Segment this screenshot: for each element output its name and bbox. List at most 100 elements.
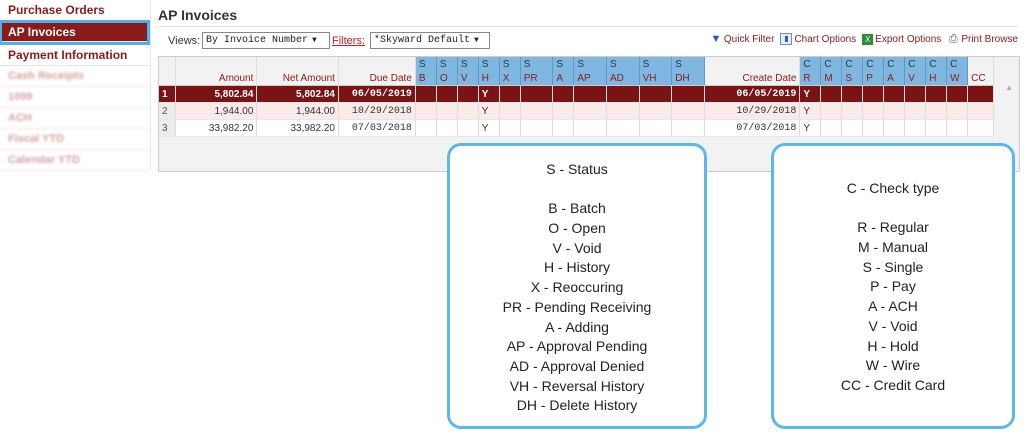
table-header-row: Amount Net Amount Due Date B O V H X PR … (159, 71, 994, 86)
print-browse-button[interactable]: ⎙ Print Browse (947, 33, 1018, 45)
column-header-check-m[interactable]: M (820, 71, 843, 86)
cell-check-w (946, 119, 969, 137)
check-legend-item: S - Single (862, 258, 924, 275)
views-select-value: By Invoice Number (206, 35, 309, 46)
cell-check-m (820, 85, 843, 103)
status-legend-item: AP - Approval Pending (506, 338, 648, 355)
check-legend-item: W - Wire (865, 357, 921, 374)
cell-check-s (841, 119, 864, 137)
column-header-check-p[interactable]: P (862, 71, 885, 86)
column-header-check-h[interactable]: H (925, 71, 948, 86)
column-header-status-ad[interactable]: AD (606, 71, 640, 86)
status-legend-item: V - Void (552, 239, 602, 256)
column-header-check-a[interactable]: A (883, 71, 906, 86)
cell-net-amount: 1,944.00 (256, 102, 339, 120)
cell-check-p (862, 119, 885, 137)
quick-filter-button[interactable]: ▼ Quick Filter (710, 33, 774, 45)
cell-status-h: Y (478, 102, 500, 120)
toolbar: Views: By Invoice Number ▼ Filters: *Skyw… (158, 32, 1018, 50)
cell-status-h: Y (478, 85, 500, 103)
check-legend-item: A - ACH (868, 298, 918, 315)
column-header-status-dh[interactable]: DH (671, 71, 705, 86)
check-type-legend: C - Check type R - Regular M - Manual S … (771, 143, 1015, 429)
check-group-header: C (841, 57, 864, 71)
sidebar-item-purchase-orders[interactable]: Purchase Orders (0, 0, 150, 21)
cell-status-a (552, 102, 575, 120)
column-header-status-b[interactable]: B (415, 71, 437, 86)
cell-status-pr (520, 85, 554, 103)
cell-check-r: Y (799, 102, 822, 120)
cell-status-dh (671, 85, 705, 103)
column-header-check-r[interactable]: R (799, 71, 822, 86)
cell-amount: 33,982.20 (175, 119, 258, 137)
sidebar-item-cash-receipts[interactable]: Cash Receipts (0, 66, 150, 87)
cell-check-m (820, 119, 843, 137)
column-header-amount[interactable]: Amount (175, 71, 258, 86)
sidebar-item-ap-invoices[interactable]: AP Invoices (2, 23, 147, 42)
cell-status-v (457, 119, 479, 137)
column-header-status-h[interactable]: H (478, 71, 500, 86)
column-header-status-vh[interactable]: VH (639, 71, 673, 86)
cell-status-v (457, 85, 479, 103)
sidebar-item-1099[interactable]: 1099 (0, 87, 150, 108)
chevron-down-icon: ▼ (474, 36, 479, 45)
column-header-check-w[interactable]: W (946, 71, 969, 86)
check-legend-item: H - Hold (867, 337, 919, 354)
export-options-button[interactable]: X Export Options (862, 33, 941, 45)
column-header-status-x[interactable]: X (499, 71, 521, 86)
column-header-check-v[interactable]: V (904, 71, 927, 86)
sidebar-item-ach[interactable]: ACH (0, 108, 150, 129)
table-row[interactable]: 2 1,944.00 1,944.00 10/29/2018 Y 10/29/2… (159, 102, 994, 120)
sidebar-item-fiscal-ytd[interactable]: Fiscal YTD (0, 129, 150, 150)
column-header-status-ap[interactable]: AP (573, 71, 607, 86)
status-legend-item: A - Adding (545, 318, 609, 335)
cell-status-v (457, 102, 479, 120)
status-group-header: S (671, 57, 705, 71)
header-spacer (967, 57, 994, 71)
cell-check-cc (967, 85, 994, 103)
cell-status-ap (573, 85, 607, 103)
check-group-header: C (862, 57, 885, 71)
invoice-table: S S S S S S S S S S S C C C C C C C C Am… (159, 57, 994, 137)
sidebar-item-payment-information[interactable]: Payment Information (0, 45, 150, 66)
table-row[interactable]: 3 33,982.20 33,982.20 07/03/2018 Y 07/03… (159, 119, 994, 137)
column-header-due-date[interactable]: Due Date (338, 71, 416, 86)
filters-link[interactable]: Filters: (332, 35, 365, 47)
filters-select[interactable]: *Skyward Default ▼ (370, 32, 490, 49)
check-group-header: C (946, 57, 969, 71)
column-header-status-v[interactable]: V (457, 71, 479, 86)
check-legend-item: P - Pay (870, 278, 916, 295)
column-header-status-o[interactable]: O (436, 71, 458, 86)
printer-icon: ⎙ (948, 33, 958, 45)
cell-due-date: 10/29/2018 (338, 102, 416, 120)
check-group-header: C (820, 57, 843, 71)
cell-check-cc (967, 119, 994, 137)
column-header-check-cc[interactable]: CC (967, 71, 994, 86)
status-group-header: S (552, 57, 575, 71)
cell-status-vh (639, 102, 673, 120)
table-row[interactable]: 1 5,802.84 5,802.84 06/05/2019 Y 06/05/2… (159, 85, 994, 103)
cell-status-ad (606, 119, 640, 137)
column-header-status-pr[interactable]: PR (520, 71, 554, 86)
header-spacer (338, 57, 416, 71)
column-header-check-s[interactable]: S (841, 71, 864, 86)
sidebar-item-calendar-ytd[interactable]: Calendar YTD (0, 150, 150, 171)
status-group-header: S (436, 57, 458, 71)
column-header-net-amount[interactable]: Net Amount (256, 71, 339, 86)
column-header-status-a[interactable]: A (552, 71, 575, 86)
column-header-create-date[interactable]: Create Date (704, 71, 801, 86)
cell-status-vh (639, 119, 673, 137)
status-group-header: S (478, 57, 500, 71)
cell-create-date: 06/05/2019 (704, 85, 801, 103)
scroll-up-arrow-icon[interactable]: ▲ (1005, 83, 1013, 92)
cell-create-date: 10/29/2018 (704, 102, 801, 120)
toolbar-actions: ▼ Quick Filter ▮ Chart Options X Export … (710, 33, 1018, 45)
cell-status-b (415, 102, 437, 120)
check-group-header: C (883, 57, 906, 71)
status-legend-title: S - Status (546, 161, 608, 177)
chart-options-button[interactable]: ▮ Chart Options (780, 33, 856, 45)
views-select[interactable]: By Invoice Number ▼ (202, 32, 330, 49)
status-legend-item: VH - Reversal History (509, 377, 645, 394)
status-legend-item: O - Open (548, 220, 606, 237)
cell-status-o (436, 85, 458, 103)
